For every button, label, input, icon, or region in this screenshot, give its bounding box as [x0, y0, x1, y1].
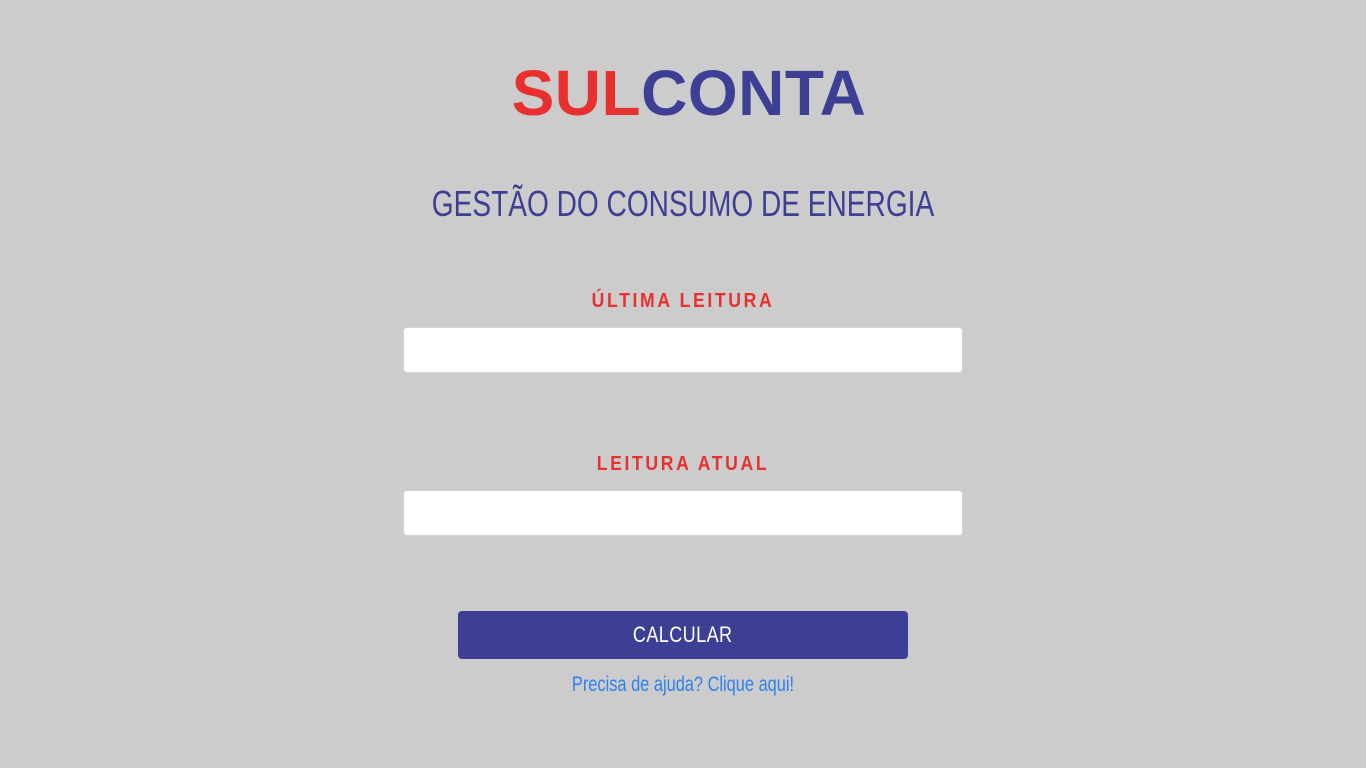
logo-text-sul: SUL — [511, 57, 642, 129]
page-title: GESTÃO DO CONSUMO DE ENERGIA — [431, 183, 935, 224]
logo-text-conta: CONTA — [641, 57, 867, 129]
help-link[interactable]: Precisa de ajuda? Clique aqui! — [150, 671, 1215, 699]
logo: SULCONTA — [0, 58, 1366, 128]
current-reading-label: LEITURA ATUAL — [596, 453, 770, 475]
last-reading-input[interactable] — [403, 327, 963, 373]
calculate-button[interactable]: CALCULAR — [458, 611, 908, 659]
last-reading-label: ÚLTIMA LEITURA — [591, 290, 775, 312]
current-reading-input[interactable] — [403, 490, 963, 536]
calculate-button-label: CALCULAR — [633, 622, 733, 647]
